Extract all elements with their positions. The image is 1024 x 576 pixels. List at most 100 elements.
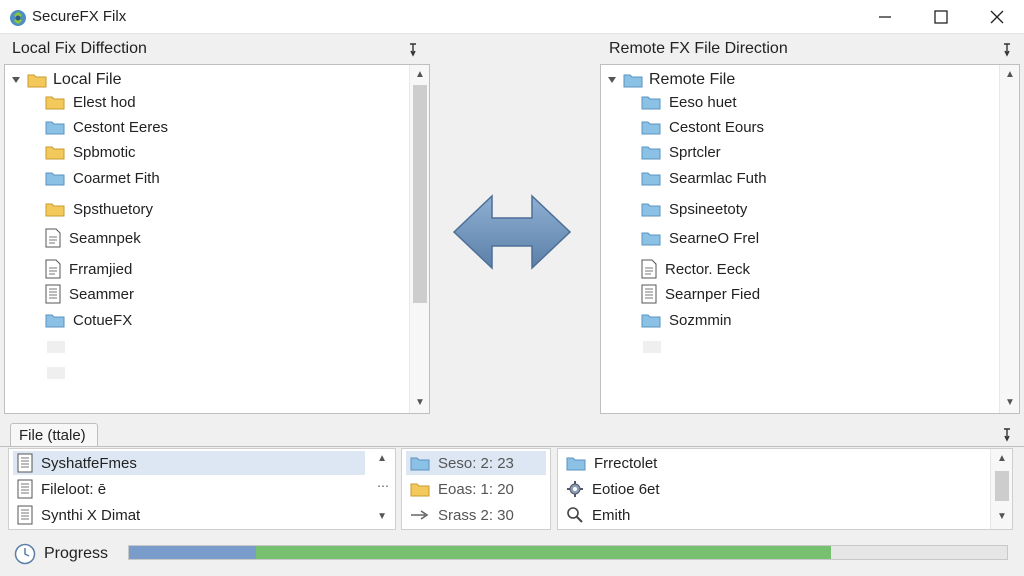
local-tree-item[interactable]: Cestont Eeres bbox=[45, 116, 168, 138]
file-list-icon bbox=[17, 505, 33, 525]
remote-tree-item-label: Searnper Fied bbox=[665, 285, 761, 303]
remote-tree-item[interactable]: Sozmmin bbox=[641, 309, 732, 331]
local-tree-item[interactable]: Coarmet Fith bbox=[45, 167, 160, 189]
file-list-icon bbox=[17, 453, 33, 473]
pin-icon[interactable] bbox=[1002, 428, 1012, 442]
remote-tree-item[interactable]: Eeso huet bbox=[641, 91, 737, 113]
expand-arrow-icon[interactable] bbox=[11, 75, 21, 85]
transfer-status-list[interactable]: Seso: 2: 23 Eoas: 1: 20 Srass 2: 30 bbox=[401, 448, 551, 530]
divider bbox=[0, 446, 1024, 447]
local-root-label: Local File bbox=[53, 71, 122, 88]
scroll-up-icon[interactable]: ▲ bbox=[997, 453, 1007, 464]
scroll-up-icon[interactable]: ▲ bbox=[1000, 67, 1020, 83]
details-list[interactable]: Frrectolet Eotioe 6et Emith ▲ ▼ bbox=[557, 448, 1013, 530]
folder-blue-icon bbox=[623, 74, 643, 88]
remote-tree-item-label: Cestont Eours bbox=[669, 118, 765, 136]
detail-row-label: Frrectolet bbox=[594, 454, 658, 472]
remote-root-label: Remote File bbox=[649, 71, 736, 88]
remote-tree-item-label: Spsineetoty bbox=[669, 200, 748, 218]
file-queue-list[interactable]: SyshatfeFmes Fileloot: ē Synthi X Dimat ▲ … bbox=[8, 448, 396, 530]
remote-tree-item[interactable]: Searmlac Futh bbox=[641, 167, 767, 189]
queue-file-row[interactable]: Synthi X Dimat bbox=[13, 503, 365, 527]
local-tree-item[interactable]: Spsthuetory bbox=[45, 198, 153, 220]
local-tree-item[interactable]: Elest hod bbox=[45, 91, 136, 113]
remote-tree-item[interactable]: Cestont Eours bbox=[641, 116, 764, 138]
scroll-down-icon[interactable]: ▼ bbox=[410, 395, 430, 411]
minimize-button[interactable] bbox=[862, 0, 908, 34]
folder-yellow-icon bbox=[45, 94, 65, 110]
queue-file-row[interactable]: SyshatfeFmes bbox=[13, 451, 365, 475]
local-tree-item-label: Elest hod bbox=[73, 93, 136, 111]
maximize-button[interactable] bbox=[918, 0, 964, 34]
folder-blue-icon bbox=[641, 144, 661, 160]
scrollbar-thumb[interactable] bbox=[1003, 85, 1017, 303]
remote-tree-item-label: Rector. Eeck bbox=[665, 260, 751, 278]
local-tree-item[interactable]: Frramjied bbox=[45, 258, 132, 280]
folder-blue-icon bbox=[641, 94, 661, 110]
file-list-icon bbox=[45, 284, 61, 304]
remote-tree-item[interactable]: Searnper Fied bbox=[641, 283, 760, 305]
remote-tree-item[interactable]: Sprtcler bbox=[641, 141, 721, 163]
folder-blue-icon bbox=[641, 201, 661, 217]
detail-row[interactable]: Frrectolet bbox=[562, 451, 982, 475]
local-scrollbar[interactable]: ▲ ▼ bbox=[409, 65, 429, 413]
folder-blue-icon bbox=[45, 312, 65, 328]
detail-row-label: Eotioe 6et bbox=[592, 480, 660, 498]
detail-row-label: Emith bbox=[592, 506, 631, 524]
scroll-up-icon[interactable]: ▲ bbox=[377, 453, 387, 464]
local-tree-item-label: CotueFX bbox=[73, 311, 133, 329]
pin-icon[interactable] bbox=[408, 43, 418, 57]
scroll-down-icon[interactable]: ▼ bbox=[997, 511, 1007, 522]
scroll-down-icon[interactable]: ▼ bbox=[1000, 395, 1020, 411]
transfer-status-row-label: Srass 2: 30 bbox=[438, 506, 514, 524]
scrollbar-thumb[interactable] bbox=[995, 471, 1009, 501]
file-doc-icon bbox=[45, 228, 61, 248]
transfer-status-row[interactable]: Seso: 2: 23 bbox=[406, 451, 546, 475]
scroll-up-icon[interactable]: ▲ bbox=[410, 67, 430, 83]
expand-arrow-icon[interactable] bbox=[607, 75, 617, 85]
pin-icon[interactable] bbox=[1002, 43, 1012, 57]
local-tree-item-label: Seammer bbox=[69, 285, 135, 303]
remote-tree-item[interactable]: SearneO Frel bbox=[641, 227, 759, 249]
app-logo-icon bbox=[10, 10, 26, 26]
more-icon[interactable]: ⋯ bbox=[377, 479, 389, 493]
details-scrollbar[interactable]: ▲ ▼ bbox=[990, 449, 1012, 529]
transfer-status-row[interactable]: Eoas: 1: 20 bbox=[406, 477, 546, 501]
detail-row[interactable]: Eotioe 6et bbox=[562, 477, 982, 501]
local-tree-item[interactable]: CotueFX bbox=[45, 309, 132, 331]
local-tree-item-label: Cestont Eeres bbox=[73, 118, 169, 136]
file-list-icon bbox=[17, 479, 33, 499]
scrollbar-thumb[interactable] bbox=[413, 85, 427, 303]
bidirectional-arrow-icon[interactable] bbox=[452, 192, 572, 272]
remote-tree-item-label: Sprtcler bbox=[669, 143, 721, 161]
remote-tree-item-label: Searmlac Futh bbox=[669, 169, 767, 187]
queue-file-row[interactable]: Fileloot: ē bbox=[13, 477, 365, 501]
remote-tree-item[interactable]: Rector. Eeck bbox=[641, 258, 750, 280]
tab-file[interactable]: File (ttale) bbox=[10, 423, 98, 447]
window-title: SecureFX Filx bbox=[32, 8, 127, 25]
remote-tree-item[interactable]: Spsineetoty bbox=[641, 198, 747, 220]
remote-pane-header: Remote FX File Direction bbox=[609, 40, 788, 57]
detail-row[interactable]: Emith bbox=[562, 503, 982, 527]
folder-blue-icon bbox=[566, 455, 586, 471]
arrow-right-icon bbox=[410, 509, 430, 521]
local-root-node[interactable]: Local File bbox=[11, 69, 121, 91]
remote-root-node[interactable]: Remote File bbox=[607, 69, 735, 91]
local-tree-item-label: Frramjied bbox=[69, 260, 133, 278]
queue-file-row-label: Fileloot: ē bbox=[41, 480, 107, 498]
local-tree-item[interactable]: Seammer bbox=[45, 283, 134, 305]
remote-file-tree[interactable]: Remote File Eeso huet Cestont Eours Sprtcl… bbox=[600, 64, 1020, 414]
close-button[interactable] bbox=[974, 0, 1020, 34]
local-tree-item[interactable]: Seamnpek bbox=[45, 227, 141, 249]
progress-clock-icon bbox=[14, 543, 36, 565]
search-icon bbox=[566, 506, 584, 524]
transfer-status-row[interactable]: Srass 2: 30 bbox=[406, 503, 546, 527]
title-bar: SecureFX Filx bbox=[0, 0, 1024, 34]
folder-yellow-icon bbox=[27, 74, 47, 88]
folder-blue-icon bbox=[410, 455, 430, 471]
local-tree-item[interactable]: Spbmotic bbox=[45, 141, 136, 163]
local-file-tree[interactable]: Local File Elest hod Cestont Eeres Spbmoti… bbox=[4, 64, 430, 414]
maximize-icon bbox=[934, 10, 948, 24]
scroll-down-icon[interactable]: ▼ bbox=[377, 511, 387, 522]
remote-scrollbar[interactable]: ▲ ▼ bbox=[999, 65, 1019, 413]
